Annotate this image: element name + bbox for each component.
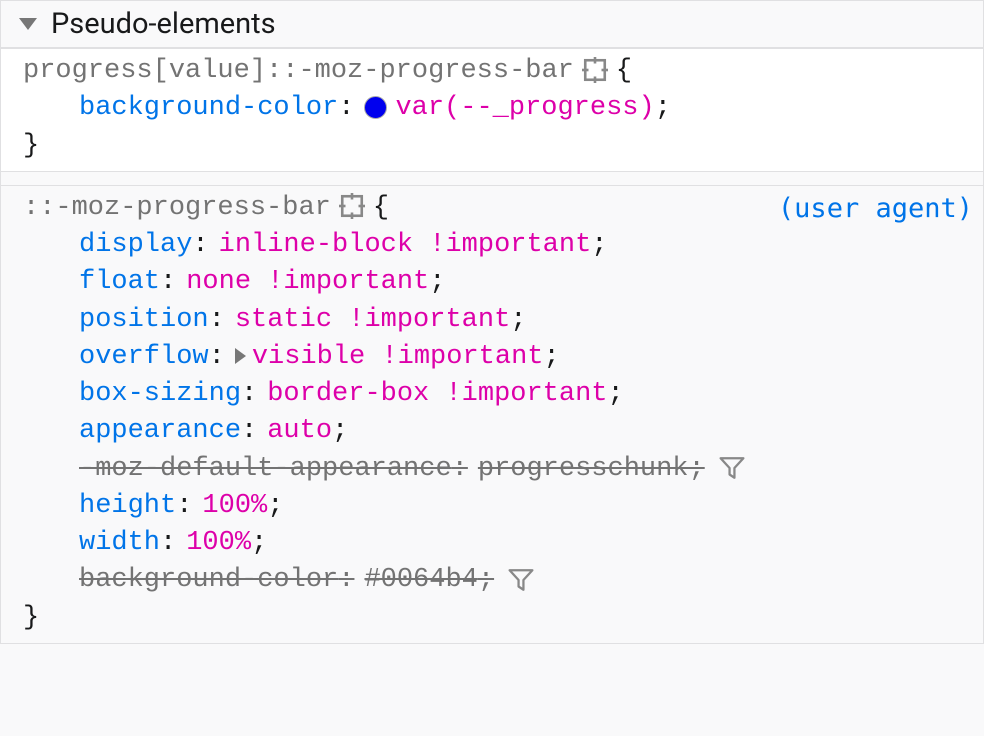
declaration[interactable]: position: static !important; [79,302,973,339]
rule-gap [1,171,983,185]
chevron-down-icon [19,18,37,30]
colon: : [241,413,257,450]
semicolon: ; [267,488,283,525]
selector-highlighter-icon[interactable] [582,57,608,83]
brace-open: { [373,190,389,227]
declaration[interactable]: background-color: var(--_progress); [79,90,973,127]
css-value[interactable]: visible !important [252,339,544,376]
css-property[interactable]: width [79,525,160,562]
section-title: Pseudo-elements [51,7,276,41]
semicolon: ; [591,227,607,264]
colon: : [209,339,225,376]
declaration[interactable]: float: none !important; [79,264,973,301]
css-value[interactable]: #0064b4 [364,562,477,599]
css-value[interactable]: progresschunk [478,451,689,488]
css-value[interactable]: none !important [186,264,429,301]
css-property[interactable]: -moz-default-appearance [79,451,452,488]
selector-line: progress[value]::-moz-progress-bar { [23,53,973,90]
semicolon: ; [429,264,445,301]
declaration[interactable]: display: inline-block !important; [79,227,973,264]
css-property[interactable]: overflow [79,339,209,376]
colon: : [209,302,225,339]
colon: : [338,562,354,599]
semicolon: ; [332,413,348,450]
css-rule: progress[value]::-moz-progress-bar { bac… [1,48,983,171]
pseudo-elements-header[interactable]: Pseudo-elements [1,1,983,48]
selector[interactable]: ::-moz-progress-bar [23,190,331,227]
styles-panel: Pseudo-elements progress[value]::-moz-pr… [0,0,984,644]
declaration[interactable]: width:100%; [79,525,973,562]
color-swatch[interactable] [364,96,387,119]
colon: : [160,525,176,562]
semicolon: ; [510,302,526,339]
css-property[interactable]: background-color [79,90,338,127]
colon: : [192,227,208,264]
css-property[interactable]: float [79,264,160,301]
semicolon: ; [655,90,671,127]
declaration[interactable]: appearance: auto; [79,413,973,450]
declaration[interactable]: box-sizing: border-box !important; [79,376,973,413]
semicolon: ; [251,525,267,562]
declarations: background-color: var(--_progress); [23,90,973,127]
brace-open: { [616,53,632,90]
selector-line: ::-moz-progress-bar { (user agent) [23,190,973,227]
selector-highlighter-icon[interactable] [339,193,365,219]
colon: : [452,451,468,488]
colon: : [160,264,176,301]
declaration[interactable]: height:100%; [79,488,973,525]
css-property[interactable]: background-color [79,562,338,599]
stylesheet-source[interactable]: (user agent) [778,190,973,227]
declaration[interactable]: -moz-default-appearance: progresschunk; [79,451,973,488]
css-property[interactable]: height [79,488,176,525]
css-rule: ::-moz-progress-bar { (user agent) displ… [1,185,983,643]
colon: : [241,376,257,413]
filter-icon[interactable] [508,567,534,593]
css-value[interactable]: static !important [235,302,510,339]
brace-close: } [23,600,973,637]
colon: : [338,90,354,127]
css-property[interactable]: position [79,302,209,339]
semicolon: ; [608,376,624,413]
declaration[interactable]: background-color: #0064b4; [79,562,973,599]
brace-close: } [23,128,973,165]
selector[interactable]: progress[value]::-moz-progress-bar [23,53,574,90]
css-value[interactable]: var(--_progress) [395,90,654,127]
css-value[interactable]: inline-block !important [219,227,592,264]
css-value[interactable]: border-box !important [267,376,607,413]
css-value[interactable]: auto [267,413,332,450]
declaration[interactable]: overflow: visible !important; [79,339,973,376]
filter-icon[interactable] [719,455,745,481]
css-value[interactable]: 100% [186,525,251,562]
semicolon: ; [543,339,559,376]
colon: : [176,488,192,525]
declarations: display:inline-block !important;float:no… [23,227,973,600]
semicolon: ; [478,562,494,599]
expand-shorthand-icon[interactable] [235,348,246,364]
css-property[interactable]: appearance [79,413,241,450]
css-value[interactable]: 100% [202,488,267,525]
css-property[interactable]: display [79,227,192,264]
css-property[interactable]: box-sizing [79,376,241,413]
semicolon: ; [689,451,705,488]
